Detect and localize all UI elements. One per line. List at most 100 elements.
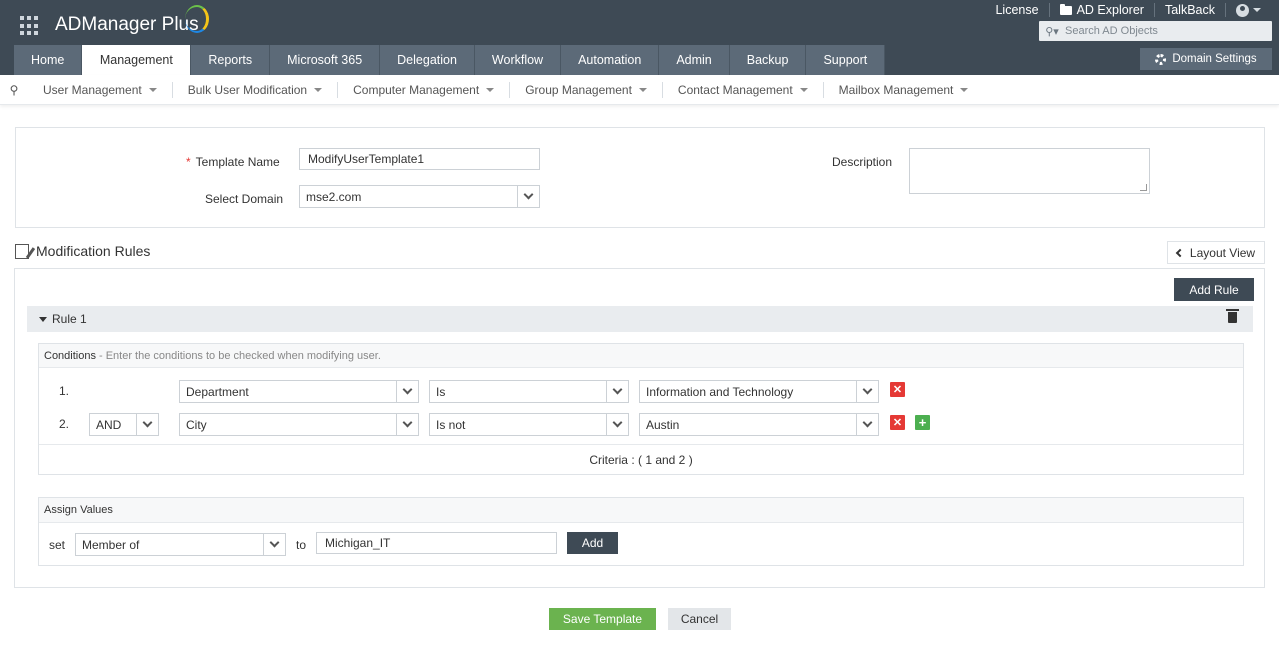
user-avatar-icon (1236, 3, 1249, 17)
remove-condition-button[interactable]: ✕ (890, 382, 905, 397)
chevron-down-icon (799, 87, 808, 92)
ad-explorer-label: AD Explorer (1076, 3, 1144, 17)
tab-workflow[interactable]: Workflow (474, 45, 562, 75)
logo-arc-icon (185, 5, 209, 33)
collapse-icon[interactable] (39, 316, 47, 322)
submenu-label: Mailbox Management (838, 82, 954, 97)
set-attribute-select[interactable]: Member of (75, 533, 286, 556)
ad-explorer-link[interactable]: AD Explorer (1050, 3, 1155, 17)
domain-settings-label: Domain Settings (1172, 53, 1257, 65)
condition-number: 1. (59, 384, 70, 398)
folder-icon (1059, 3, 1072, 15)
app-logo-text: ADManager Plus (55, 14, 199, 35)
submenu-label: Group Management (525, 82, 632, 97)
tab-admin[interactable]: Admin (659, 45, 730, 75)
set-label: set (49, 538, 66, 552)
submenu-search-icon[interactable]: ⚲ (0, 83, 28, 97)
template-name-input[interactable]: ModifyUserTemplate1 (299, 148, 540, 170)
description-label: Description (832, 155, 893, 169)
condition-value: Austin (646, 417, 680, 432)
condition-value-select[interactable]: Austin (639, 413, 879, 436)
rule-header[interactable]: Rule 1 (27, 306, 1253, 332)
tab-home[interactable]: Home (14, 45, 83, 75)
domain-select[interactable]: mse2.com (299, 185, 540, 208)
remove-condition-button[interactable]: ✕ (890, 415, 905, 430)
layout-view-label: Layout View (1189, 245, 1256, 260)
add-rule-button[interactable]: Add Rule (1174, 278, 1254, 301)
rule-title: Rule 1 (52, 312, 87, 326)
submenu-label: Computer Management (353, 82, 480, 97)
tab-backup[interactable]: Backup (729, 45, 807, 75)
chevron-down-icon (396, 381, 418, 402)
submenu-computer-management[interactable]: Computer Management (338, 81, 511, 98)
attribute-value: Department (186, 384, 249, 399)
add-condition-button[interactable]: + (915, 415, 930, 430)
domain-settings-button[interactable]: Domain Settings (1140, 48, 1272, 70)
attribute-value: City (186, 417, 207, 432)
tab-delegation[interactable]: Delegation (380, 45, 475, 75)
to-value-input[interactable]: Michigan_IT (316, 532, 557, 554)
add-value-button[interactable]: Add (567, 532, 618, 554)
chevron-down-icon (486, 87, 495, 92)
chevron-down-icon (1253, 8, 1261, 12)
chevron-down-icon (606, 414, 628, 435)
submenu-bulk-user-modification[interactable]: Bulk User Modification (173, 81, 339, 98)
submenu-contact-management[interactable]: Contact Management (663, 81, 824, 98)
search-placeholder: Search AD Objects (1065, 25, 1158, 37)
submenu-label: Contact Management (677, 82, 793, 97)
license-link[interactable]: License (985, 3, 1050, 17)
condition-comparison-select[interactable]: Is (429, 380, 629, 403)
to-label: to (296, 538, 307, 552)
edit-rules-icon (15, 243, 29, 259)
chevron-down-icon (606, 381, 628, 402)
submenu-mailbox-management[interactable]: Mailbox Management (824, 82, 984, 98)
chevron-down-icon (314, 87, 323, 92)
tab-automation[interactable]: Automation (561, 45, 660, 75)
chevron-down-icon (148, 87, 157, 92)
comparison-value: Is (436, 384, 446, 399)
submenu-user-management[interactable]: User Management (28, 81, 173, 98)
assign-values-panel: Assign Values set Member of to Michigan_… (38, 497, 1244, 566)
submenu-label: User Management (43, 82, 142, 97)
chevron-down-icon (396, 414, 418, 435)
conditions-header: Conditions - Enter the conditions to be … (39, 344, 1243, 368)
condition-operator-select[interactable]: AND (89, 413, 159, 436)
tab-support[interactable]: Support (806, 45, 886, 75)
condition-attribute-select[interactable]: Department (179, 380, 419, 403)
tab-reports[interactable]: Reports (191, 45, 271, 75)
set-attribute-value: Member of (82, 537, 140, 552)
condition-number: 2. (59, 417, 70, 431)
main-tabs: Home Management Reports Microsoft 365 De… (14, 45, 886, 75)
search-ad-objects-input[interactable]: ⚲▾ Search AD Objects (1039, 21, 1272, 41)
chevron-down-icon (263, 534, 285, 555)
chevron-down-icon (136, 414, 158, 435)
resize-handle-icon[interactable] (1140, 184, 1147, 191)
trash-icon[interactable] (1226, 309, 1239, 323)
top-links: License AD Explorer TalkBack (985, 3, 1271, 17)
chevron-down-icon (517, 186, 539, 207)
select-domain-label: Select Domain (205, 192, 284, 206)
tab-management[interactable]: Management (82, 45, 192, 75)
chevron-down-icon (960, 87, 969, 92)
tab-microsoft-365[interactable]: Microsoft 365 (270, 45, 381, 75)
layout-view-button[interactable]: Layout View (1167, 241, 1265, 264)
submenu-group-management[interactable]: Group Management (510, 81, 663, 98)
user-menu[interactable] (1226, 3, 1271, 17)
save-template-button[interactable]: Save Template (549, 608, 656, 630)
submenu-label: Bulk User Modification (187, 82, 308, 97)
top-header: ADManager Plus License AD Explorer TalkB… (0, 0, 1279, 75)
apps-grid-icon[interactable] (20, 16, 40, 36)
chevron-down-icon (856, 414, 878, 435)
chevron-down-icon (856, 381, 878, 402)
rules-container: Add Rule Rule 1 Conditions - Enter the c… (14, 268, 1265, 588)
template-name-label: * Template Name (186, 155, 280, 169)
condition-attribute-select[interactable]: City (179, 413, 419, 436)
sub-navigation: ⚲ User Management Bulk User Modification… (0, 75, 1279, 105)
description-textarea[interactable] (909, 148, 1150, 194)
cancel-button[interactable]: Cancel (668, 608, 731, 630)
conditions-panel: Conditions - Enter the conditions to be … (38, 343, 1244, 475)
condition-comparison-select[interactable]: Is not (429, 413, 629, 436)
condition-value-select[interactable]: Information and Technology (639, 380, 879, 403)
modification-rules-label: Modification Rules (36, 243, 151, 259)
talkback-link[interactable]: TalkBack (1155, 3, 1226, 17)
